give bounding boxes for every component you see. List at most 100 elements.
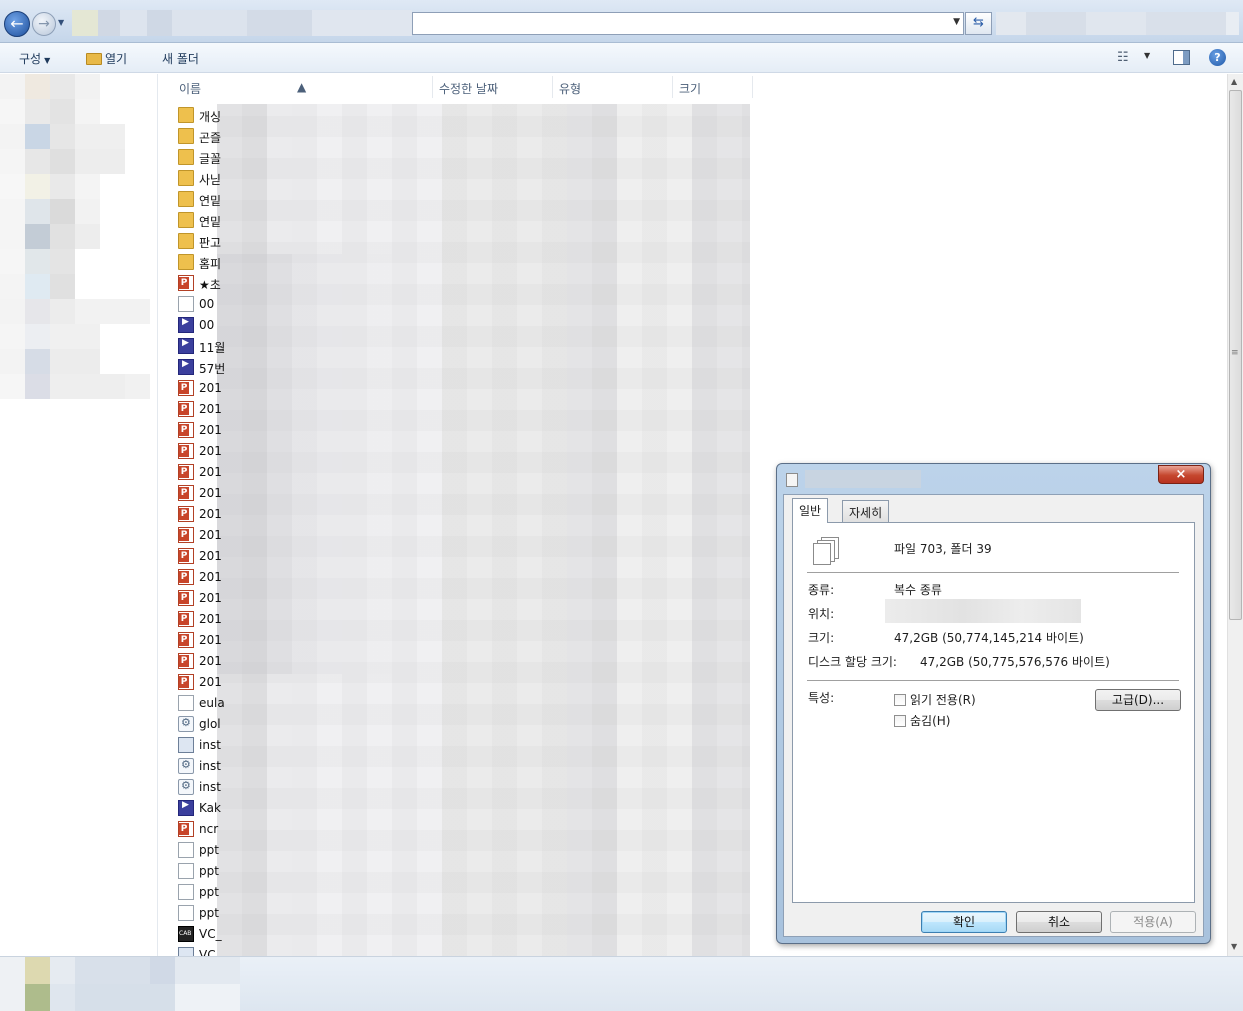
file-row[interactable]: 201 [176, 609, 736, 630]
folder-open-icon [86, 53, 102, 65]
help-icon[interactable]: ? [1209, 49, 1226, 66]
column-divider[interactable] [552, 76, 553, 98]
file-row[interactable]: inst [176, 777, 736, 798]
file-row[interactable]: VC_ [176, 924, 736, 945]
file-row[interactable]: 00 [176, 315, 736, 336]
column-divider[interactable] [672, 76, 673, 98]
file-row[interactable]: 201 [176, 441, 736, 462]
organize-label: 구성 [19, 52, 42, 66]
file-row[interactable]: ppt [176, 840, 736, 861]
address-field[interactable]: ▼ [412, 12, 964, 35]
folder-icon [178, 128, 194, 144]
readonly-checkbox[interactable]: 읽기 전용(R) [894, 691, 976, 708]
document-icon [178, 296, 194, 312]
navigation-pane[interactable] [0, 74, 158, 956]
file-name: 곤즐 [199, 131, 222, 145]
file-row[interactable]: 11월 [176, 336, 736, 357]
file-name: eula [199, 696, 225, 710]
file-row[interactable]: 201 [176, 462, 736, 483]
file-row[interactable]: 연밑 [176, 210, 736, 231]
file-row[interactable]: ★초 [176, 273, 736, 294]
chevron-down-icon[interactable]: ▼ [953, 17, 960, 27]
organize-menu[interactable]: 구성 ▼ [19, 50, 50, 67]
file-name: 201 [199, 402, 222, 416]
file-row[interactable]: 글꼴 [176, 147, 736, 168]
document-icon [178, 863, 194, 879]
file-name: 홈피 [199, 257, 222, 271]
file-row[interactable]: eula [176, 693, 736, 714]
file-row[interactable]: 201 [176, 630, 736, 651]
folder-icon [178, 191, 194, 207]
file-row[interactable]: ncr [176, 819, 736, 840]
close-button[interactable]: × [1158, 465, 1204, 484]
file-row[interactable]: Kak [176, 798, 736, 819]
file-name: 201 [199, 675, 222, 689]
scroll-up-icon[interactable]: ▲ [1231, 77, 1237, 86]
file-row[interactable]: 연밑 [176, 189, 736, 210]
video-file-icon [178, 338, 194, 354]
column-header-modified[interactable]: 수정한 날짜 [439, 80, 498, 97]
view-options-icon[interactable]: ☷ [1117, 50, 1129, 65]
file-row[interactable]: 57번 [176, 357, 736, 378]
column-divider[interactable] [432, 76, 433, 98]
tab-general[interactable]: 일반 [792, 498, 829, 523]
preview-pane-icon[interactable] [1173, 50, 1190, 65]
file-row[interactable]: 201 [176, 399, 736, 420]
file-row[interactable]: 201 [176, 567, 736, 588]
file-row[interactable]: ppt [176, 903, 736, 924]
file-row[interactable]: 201 [176, 672, 736, 693]
file-row[interactable]: inst [176, 756, 736, 777]
file-row[interactable]: 판고 [176, 231, 736, 252]
file-row[interactable]: 201 [176, 504, 736, 525]
hidden-checkbox[interactable]: 숨김(H) [894, 712, 950, 729]
vertical-scrollbar[interactable]: ▲ ≡ ▼ [1227, 74, 1243, 956]
file-row[interactable]: 201 [176, 420, 736, 441]
file-row[interactable]: 곤즐 [176, 126, 736, 147]
cancel-button[interactable]: 취소 [1016, 911, 1102, 933]
file-row[interactable]: 201 [176, 546, 736, 567]
refresh-icon: ⇆ [973, 15, 984, 30]
file-row[interactable]: 개싱 [176, 105, 736, 126]
new-folder-button[interactable]: 새 폴더 [162, 50, 199, 67]
video-file-icon [178, 800, 194, 816]
column-divider[interactable] [752, 76, 753, 98]
file-row[interactable]: ppt [176, 882, 736, 903]
file-name: 201 [199, 654, 222, 668]
file-row[interactable]: 201 [176, 525, 736, 546]
recent-pages-dropdown[interactable]: ▼ [58, 18, 68, 30]
forward-button[interactable]: → [32, 12, 56, 36]
scroll-down-icon[interactable]: ▼ [1231, 942, 1237, 951]
column-header-type[interactable]: 유형 [559, 80, 581, 97]
powerpoint-icon [178, 401, 194, 417]
file-row[interactable]: 201 [176, 378, 736, 399]
column-header-name[interactable]: 이름 [179, 80, 201, 97]
checkbox-box[interactable] [894, 694, 906, 706]
file-row[interactable]: 201 [176, 651, 736, 672]
document-icon [178, 905, 194, 921]
file-row[interactable]: 201 [176, 588, 736, 609]
file-row[interactable]: 홈피 [176, 252, 736, 273]
apply-button[interactable]: 적용(A) [1110, 911, 1196, 933]
search-input[interactable] [996, 12, 1239, 35]
file-row[interactable]: ppt [176, 861, 736, 882]
refresh-button[interactable]: ⇆ [965, 12, 992, 35]
powerpoint-icon [178, 548, 194, 564]
checkbox-box[interactable] [894, 715, 906, 727]
back-button[interactable]: ← [4, 11, 30, 37]
tab-details[interactable]: 자세히 [842, 500, 890, 522]
chevron-down-icon[interactable]: ▼ [1144, 51, 1150, 60]
address-bar-area: ← → ▼ ▼ ⇆ [0, 0, 1243, 43]
open-button[interactable]: 열기 [86, 50, 127, 67]
file-row[interactable]: 00 [176, 294, 736, 315]
file-row[interactable]: glol [176, 714, 736, 735]
file-row[interactable]: 사닏 [176, 168, 736, 189]
cab-archive-icon [178, 926, 194, 942]
advanced-button[interactable]: 고급(D)... [1095, 689, 1181, 711]
properties-dialog: × 일반 자세히 파일 703, 폴더 39 종류: 복수 종류 위치: 크기:… [776, 463, 1211, 944]
file-name: inst [199, 780, 221, 794]
ok-button[interactable]: 확인 [921, 911, 1007, 933]
file-name: 00 [199, 297, 215, 311]
file-row[interactable]: 201 [176, 483, 736, 504]
file-row[interactable]: inst [176, 735, 736, 756]
column-header-size[interactable]: 크기 [679, 80, 701, 97]
